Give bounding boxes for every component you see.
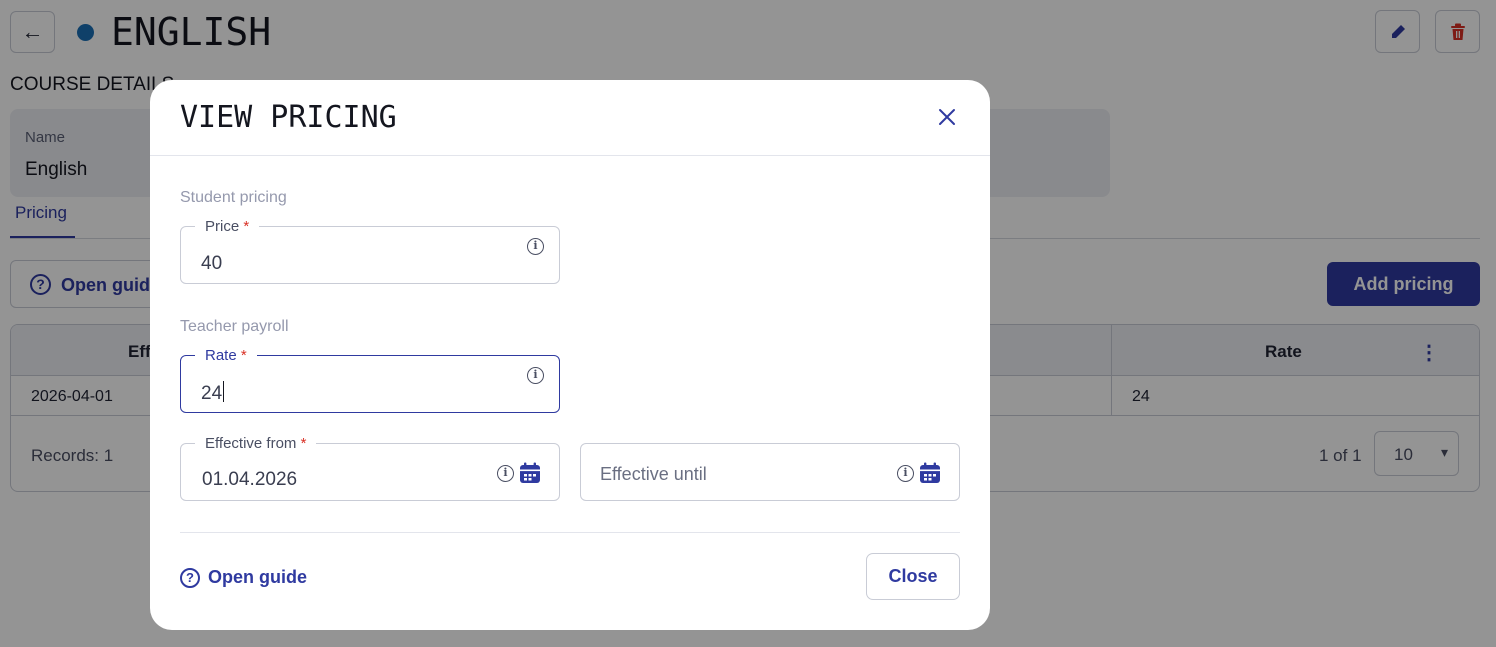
dialog-open-guide-link[interactable]: ? Open guide <box>180 567 307 588</box>
price-value: 40 <box>201 253 223 274</box>
effective-from-value: 01.04.2026 <box>202 469 298 490</box>
rate-field-label: Rate * <box>195 347 257 364</box>
info-icon[interactable]: i <box>527 367 544 384</box>
dialog-header-divider <box>150 155 990 156</box>
effective-until-placeholder: Effective until <box>600 464 707 484</box>
view-pricing-dialog: VIEW PRICING Student pricing Price * 40 … <box>150 80 990 630</box>
info-icon[interactable]: i <box>497 465 514 482</box>
info-icon[interactable]: i <box>527 238 544 255</box>
student-pricing-label: Student pricing <box>180 189 287 206</box>
calendar-icon[interactable] <box>919 462 941 484</box>
dialog-footer-divider <box>180 532 960 533</box>
effective-until-field[interactable]: Effective until i <box>580 443 960 501</box>
help-circle-icon: ? <box>180 567 200 588</box>
effective-from-label: Effective from * <box>195 435 317 452</box>
price-field[interactable]: Price * 40 i <box>180 218 560 284</box>
price-field-label: Price * <box>195 218 260 235</box>
rate-field[interactable]: Rate * 24 i <box>180 347 560 413</box>
rate-value: 24 <box>201 381 225 404</box>
close-button[interactable]: Close <box>866 553 960 600</box>
teacher-payroll-label: Teacher payroll <box>180 318 289 335</box>
dialog-open-guide-label: Open guide <box>208 567 307 587</box>
dialog-title: VIEW PRICING <box>180 100 397 135</box>
close-icon[interactable] <box>935 105 959 129</box>
calendar-icon[interactable] <box>519 462 541 484</box>
info-icon[interactable]: i <box>897 465 914 482</box>
effective-from-field[interactable]: Effective from * 01.04.2026 i <box>180 435 560 501</box>
